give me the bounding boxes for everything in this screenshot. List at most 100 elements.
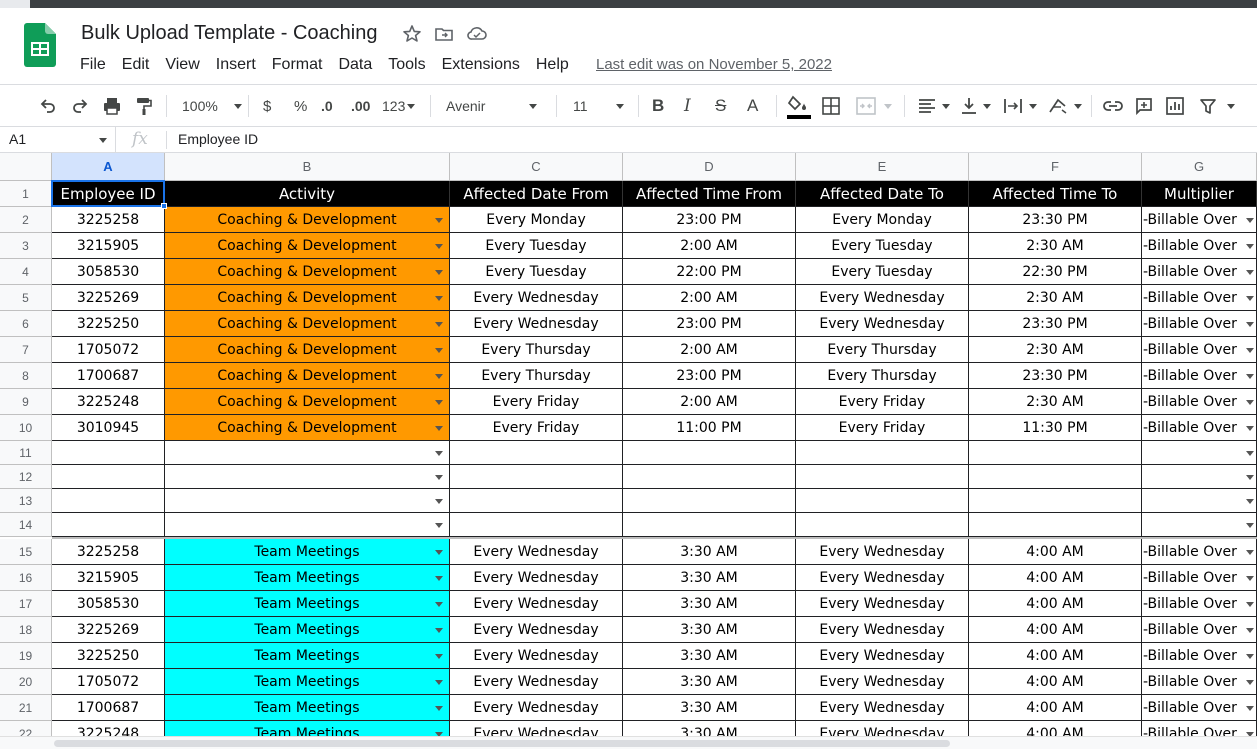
dropdown-chevron-icon[interactable] (1246, 627, 1254, 633)
row-header[interactable]: 18 (0, 617, 52, 643)
menu-insert[interactable]: Insert (208, 54, 264, 76)
cell-time-from[interactable] (623, 441, 796, 465)
row-header[interactable]: 11 (0, 441, 52, 465)
cell-date-to[interactable]: Every Wednesday (796, 311, 969, 337)
cell-activity[interactable] (165, 441, 450, 465)
cell-activity[interactable]: Team Meetings (165, 617, 450, 643)
cell-employee-id[interactable]: 1700687 (52, 695, 165, 721)
scrollbar-thumb[interactable] (54, 740, 950, 747)
dropdown-chevron-icon[interactable] (435, 575, 443, 581)
cell-activity[interactable]: Coaching & Development (165, 285, 450, 311)
dropdown-chevron-icon[interactable] (1246, 269, 1254, 275)
cloud-status-icon[interactable] (466, 24, 488, 44)
cell-time-to[interactable]: 2:30 AM (969, 337, 1142, 363)
dropdown-chevron-icon[interactable] (435, 217, 443, 223)
cell-time-from[interactable]: 3:30 AM (623, 695, 796, 721)
cell-employee-id[interactable]: 3225250 (52, 311, 165, 337)
cell-time-from[interactable]: 23:00 PM (623, 363, 796, 389)
cell-time-from[interactable] (623, 465, 796, 489)
row-header[interactable]: 6 (0, 311, 52, 337)
percent-format-button[interactable]: % (294, 85, 307, 127)
cell-date-to[interactable] (796, 465, 969, 489)
header-cell-multiplier[interactable]: Multiplier (1142, 181, 1257, 207)
cell-date-from[interactable]: Every Monday (450, 207, 623, 233)
dropdown-chevron-icon[interactable] (435, 601, 443, 607)
text-color-button[interactable]: A (747, 85, 758, 127)
dropdown-chevron-icon[interactable] (435, 373, 443, 379)
dropdown-chevron-icon[interactable] (1246, 425, 1254, 431)
cell-time-from[interactable]: 2:00 AM (623, 337, 796, 363)
horizontal-scrollbar[interactable] (0, 736, 1257, 749)
cell-employee-id[interactable]: 3058530 (52, 591, 165, 617)
last-edit-link[interactable]: Last edit was on November 5, 2022 (596, 56, 832, 73)
cell-date-from[interactable]: Every Wednesday (450, 721, 623, 736)
row-header[interactable]: 8 (0, 363, 52, 389)
undo-button[interactable] (38, 85, 58, 127)
cell-multiplier[interactable]: -Billable Over (1142, 669, 1257, 695)
cell-date-from[interactable]: Every Wednesday (450, 591, 623, 617)
formula-input[interactable]: Employee ID (178, 131, 258, 147)
cell-time-to[interactable]: 4:00 AM (969, 565, 1142, 591)
cell-employee-id[interactable]: 1705072 (52, 669, 165, 695)
cell-employee-id[interactable] (52, 513, 165, 537)
cell-time-to[interactable]: 4:00 AM (969, 721, 1142, 736)
fill-handle[interactable] (161, 203, 167, 209)
row-header[interactable]: 13 (0, 489, 52, 513)
cell-date-to[interactable]: Every Wednesday (796, 285, 969, 311)
row-header[interactable]: 20 (0, 669, 52, 695)
dropdown-chevron-icon[interactable] (435, 679, 443, 685)
row-header[interactable]: 16 (0, 565, 52, 591)
cell-time-to[interactable]: 23:30 PM (969, 207, 1142, 233)
cell-time-to[interactable]: 2:30 AM (969, 389, 1142, 415)
cell-multiplier[interactable]: -Billable Over (1142, 285, 1257, 311)
filter-button[interactable] (1199, 85, 1235, 127)
cell-time-from[interactable]: 3:30 AM (623, 617, 796, 643)
currency-format-button[interactable]: $ (263, 85, 271, 127)
cell-activity[interactable]: Coaching & Development (165, 259, 450, 285)
cell-time-to[interactable]: 23:30 PM (969, 311, 1142, 337)
row-header[interactable]: 9 (0, 389, 52, 415)
cell-date-from[interactable] (450, 513, 623, 537)
cell-date-to[interactable] (796, 513, 969, 537)
row-header[interactable]: 17 (0, 591, 52, 617)
cell-time-from[interactable]: 3:30 AM (623, 669, 796, 695)
cell-time-from[interactable] (623, 489, 796, 513)
menu-extensions[interactable]: Extensions (434, 54, 528, 76)
cell-activity[interactable]: Coaching & Development (165, 415, 450, 441)
cell-date-to[interactable]: Every Thursday (796, 363, 969, 389)
vertical-align-button[interactable] (961, 85, 991, 127)
cell-multiplier[interactable] (1142, 489, 1257, 513)
cell-time-from[interactable]: 3:30 AM (623, 565, 796, 591)
column-header-b[interactable]: B (165, 153, 450, 181)
cell-employee-id[interactable]: 3225269 (52, 285, 165, 311)
dropdown-chevron-icon[interactable] (1246, 575, 1254, 581)
dropdown-chevron-icon[interactable] (1246, 321, 1254, 327)
cell-multiplier[interactable]: -Billable Over (1142, 565, 1257, 591)
cell-multiplier[interactable]: -Billable Over (1142, 389, 1257, 415)
cell-date-to[interactable]: Every Wednesday (796, 669, 969, 695)
cell-date-from[interactable]: Every Wednesday (450, 695, 623, 721)
dropdown-chevron-icon[interactable] (1246, 705, 1254, 711)
cell-date-to[interactable]: Every Tuesday (796, 233, 969, 259)
cell-multiplier[interactable]: -Billable Over (1142, 207, 1257, 233)
dropdown-chevron-icon[interactable] (1246, 601, 1254, 607)
borders-button[interactable] (822, 85, 840, 127)
cell-multiplier[interactable] (1142, 513, 1257, 537)
cell-date-from[interactable]: Every Tuesday (450, 233, 623, 259)
name-box[interactable]: A1 (0, 127, 116, 153)
cell-date-to[interactable]: Every Wednesday (796, 643, 969, 669)
insert-chart-button[interactable] (1166, 85, 1184, 127)
cell-time-to[interactable]: 2:30 AM (969, 285, 1142, 311)
header-cell-date-to[interactable]: Affected Date To (796, 181, 969, 207)
cell-employee-id[interactable] (52, 465, 165, 489)
dropdown-chevron-icon[interactable] (435, 347, 443, 353)
row-header[interactable]: 10 (0, 415, 52, 441)
cell-time-from[interactable]: 2:00 AM (623, 389, 796, 415)
merge-cells-button[interactable] (856, 85, 892, 127)
cell-date-from[interactable]: Every Wednesday (450, 643, 623, 669)
dropdown-chevron-icon[interactable] (435, 549, 443, 555)
column-header-c[interactable]: C (450, 153, 623, 181)
cell-employee-id[interactable]: 1705072 (52, 337, 165, 363)
cell-multiplier[interactable]: -Billable Over (1142, 233, 1257, 259)
sheets-logo-icon[interactable] (24, 23, 56, 67)
